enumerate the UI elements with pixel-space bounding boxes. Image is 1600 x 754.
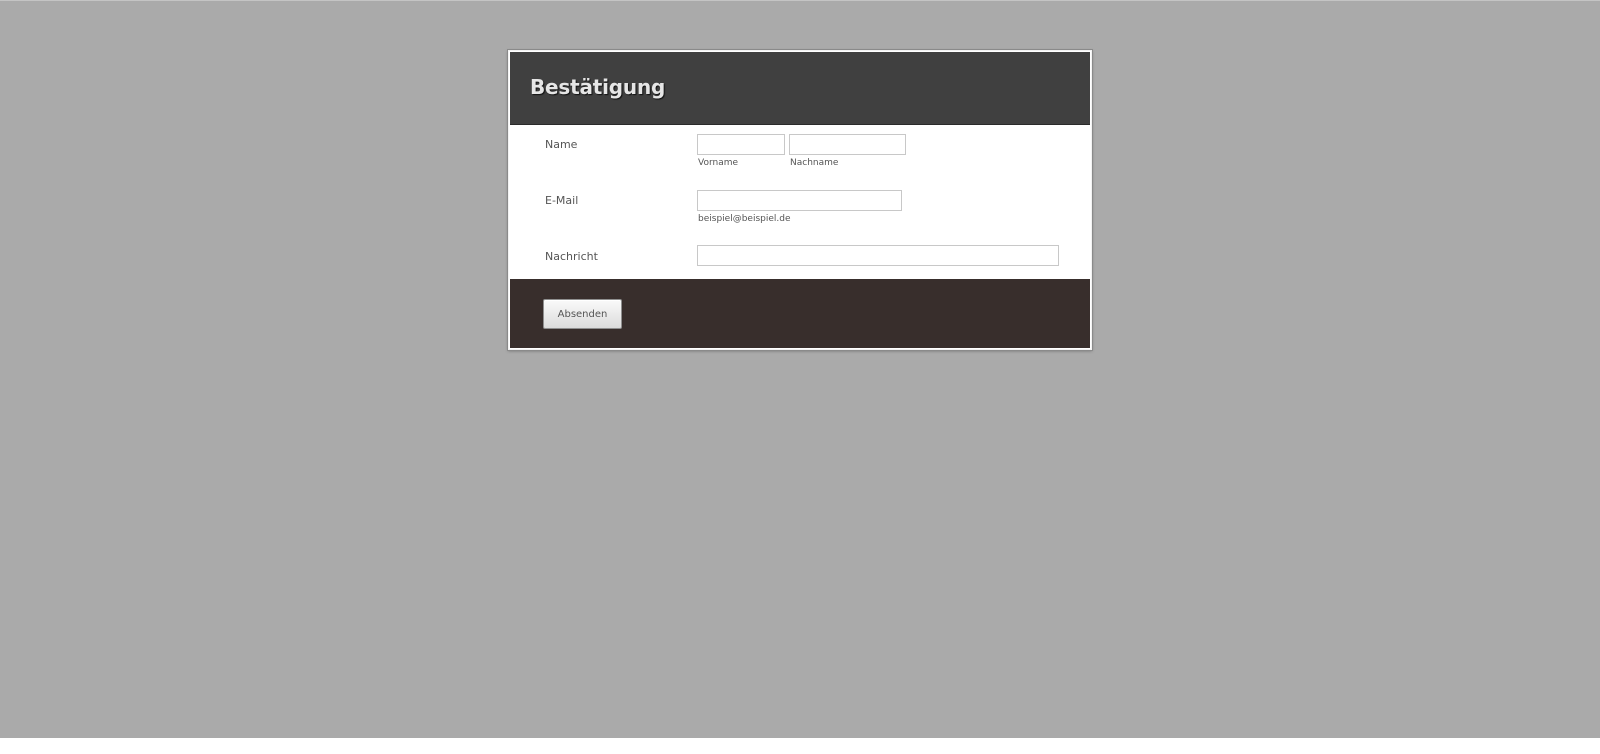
form-card: Bestätigung Name Vorname Nachname E-Mail…	[508, 50, 1092, 350]
message-input[interactable]	[697, 245, 1059, 266]
form-title: Bestätigung	[530, 75, 666, 99]
first-name-input[interactable]	[697, 134, 785, 155]
form-header: Bestätigung	[510, 52, 1090, 125]
page-backdrop: Bestätigung Name Vorname Nachname E-Mail…	[0, 0, 1600, 738]
last-name-sublabel: Nachname	[790, 158, 839, 168]
message-label: Nachricht	[545, 250, 598, 263]
last-name-input[interactable]	[789, 134, 906, 155]
form-footer: Absenden	[510, 279, 1090, 348]
email-label: E-Mail	[545, 194, 579, 207]
email-sublabel: beispiel@beispiel.de	[698, 214, 791, 224]
name-label: Name	[545, 138, 578, 151]
email-input[interactable]	[697, 190, 902, 211]
submit-button[interactable]: Absenden	[543, 299, 622, 329]
first-name-sublabel: Vorname	[698, 158, 739, 168]
